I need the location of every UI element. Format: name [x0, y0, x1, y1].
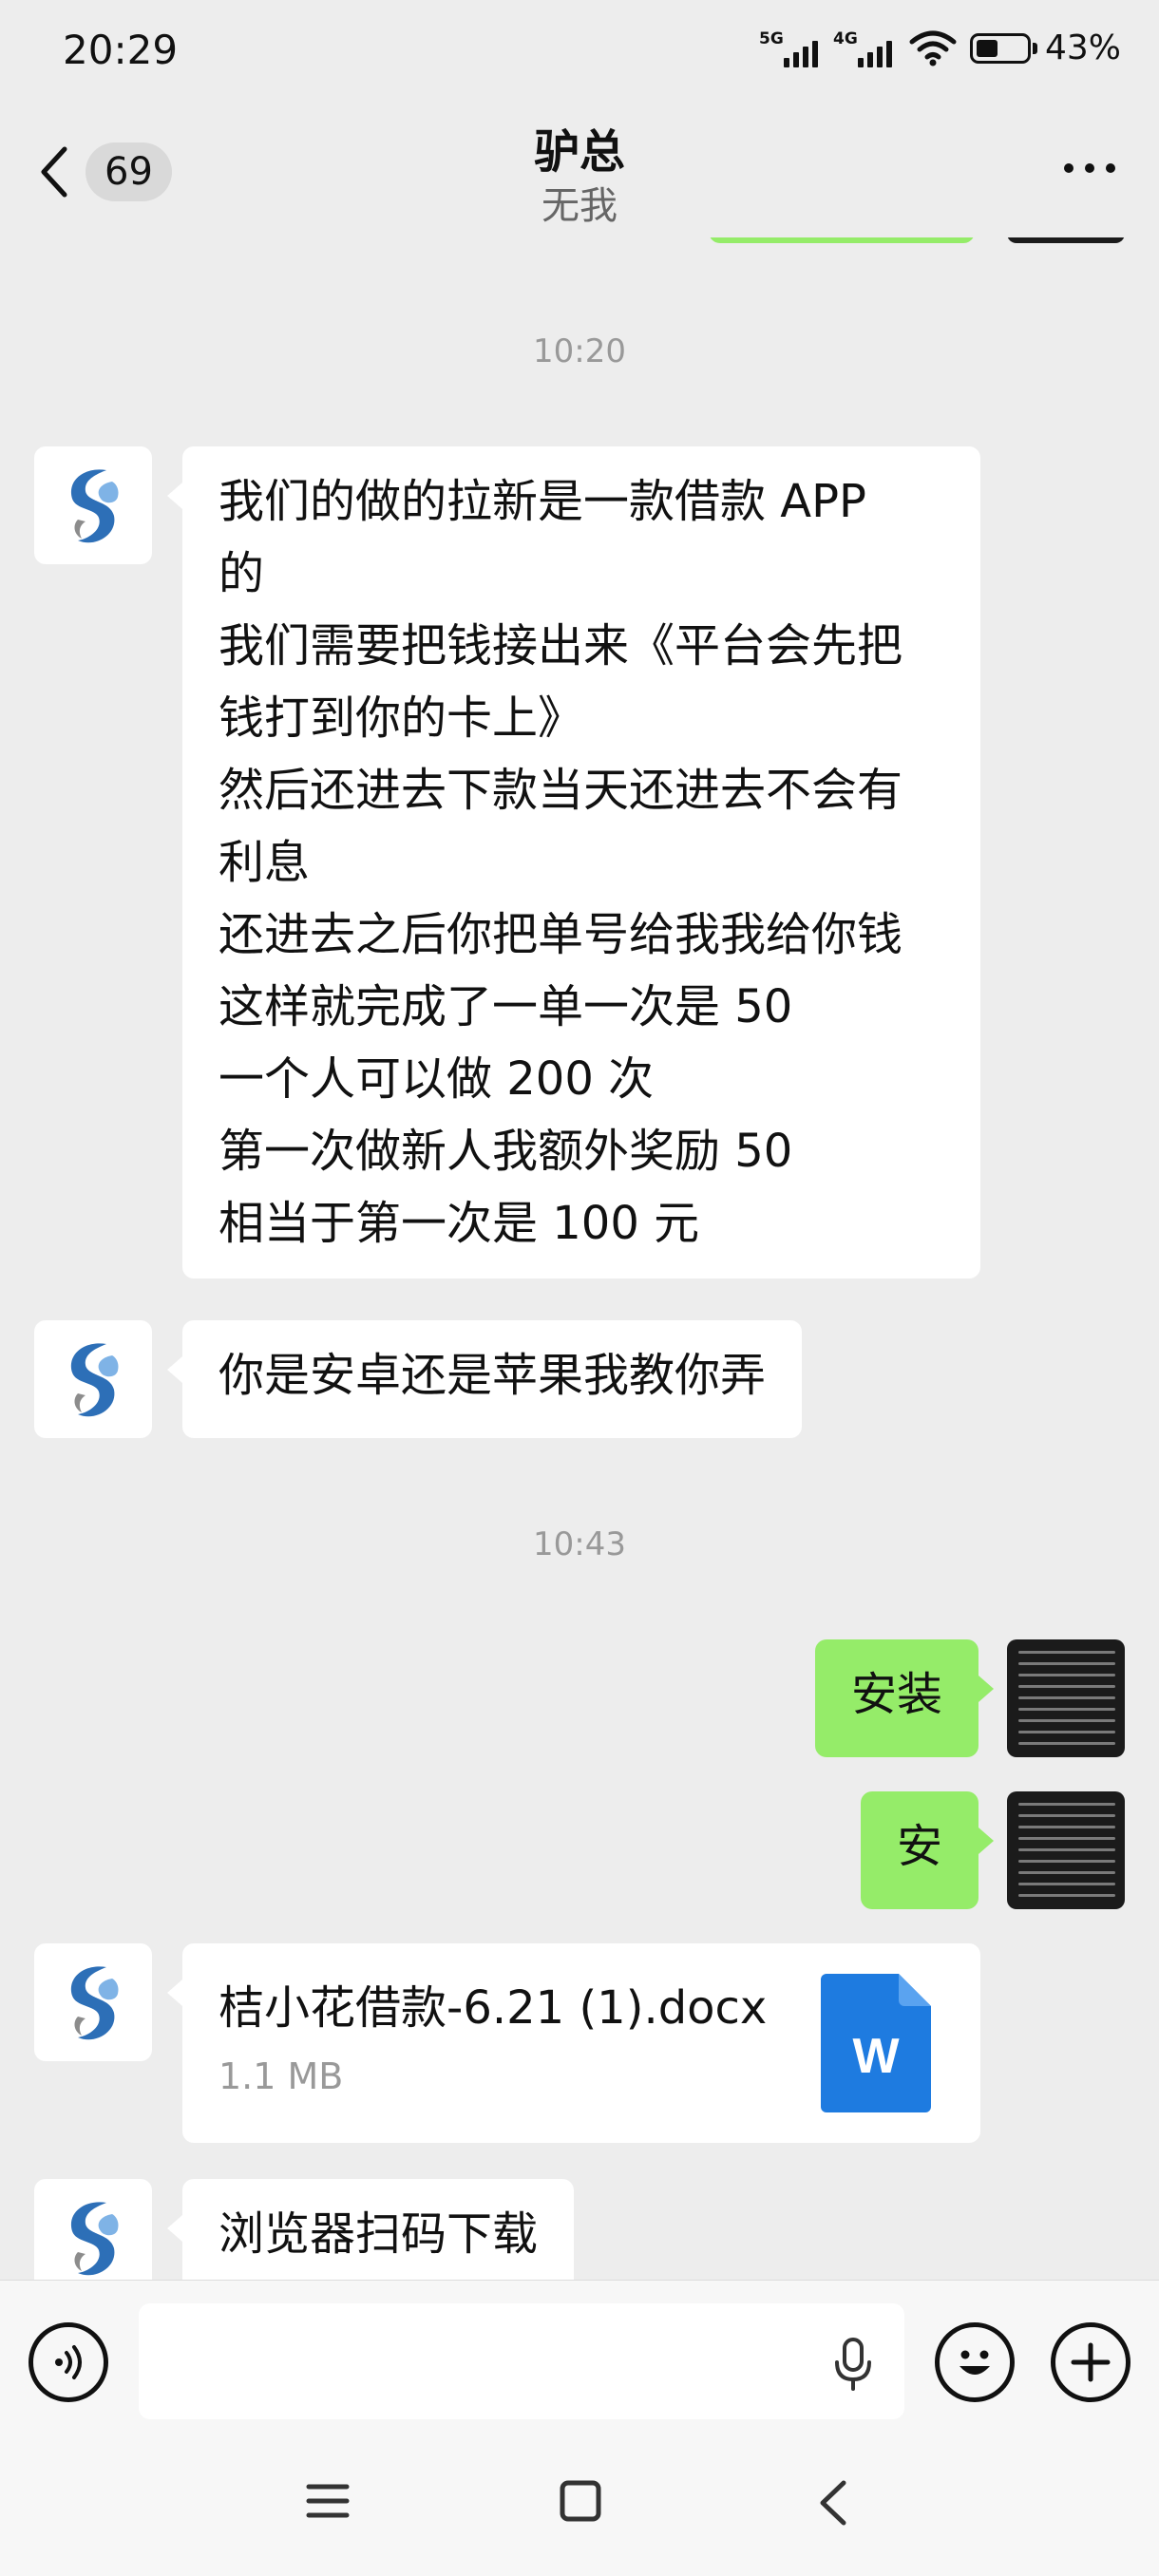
- network-2-label: 4G: [832, 28, 858, 48]
- message-line: 这样就完成了一单一次是 50: [218, 980, 793, 1033]
- my-message-bubble[interactable]: 安装: [814, 1639, 978, 1757]
- message-line: 一个人可以做 200 次: [218, 1052, 655, 1106]
- my-message-bubble[interactable]: 安: [860, 1791, 978, 1909]
- avatar[interactable]: [34, 2179, 152, 2280]
- message-bubble[interactable]: 浏览器扫码下载: [182, 2179, 575, 2280]
- voice-mode-button[interactable]: [28, 2322, 108, 2402]
- my-avatar[interactable]: [1007, 1639, 1125, 1757]
- status-icons: 5G 4G 43%: [758, 28, 1121, 67]
- battery-icon: 43%: [969, 28, 1121, 67]
- avatar[interactable]: [34, 1943, 152, 2061]
- message-bubble[interactable]: 我们的做的拉新是一款借款 APP 的 我们需要把钱接出来《平台会先把 钱打到你的…: [182, 446, 980, 1279]
- message-line: 相当于第一次是 100 元: [218, 1197, 700, 1250]
- word-document-icon: W: [821, 1974, 931, 2112]
- timestamp: 10:43: [533, 1525, 626, 1563]
- bubble-tail: [167, 1979, 182, 2006]
- more-options-button[interactable]: [1064, 163, 1115, 173]
- contact-logo-icon: [70, 2202, 119, 2276]
- message-line: 利息: [218, 836, 311, 889]
- previous-message-bubble: [709, 237, 975, 243]
- message-text: 浏览器扫码下载: [218, 2207, 539, 2261]
- message-line: 钱打到你的卡上》: [218, 691, 584, 745]
- contact-logo-icon: [70, 1966, 119, 2040]
- message-line: 的: [218, 547, 265, 600]
- signal-5g-icon: 5G: [758, 28, 822, 67]
- previous-avatar-me: [1007, 237, 1125, 243]
- avatar[interactable]: [34, 1320, 152, 1438]
- message-line: 第一次做新人我额外奖励 50: [218, 1125, 793, 1178]
- avatar[interactable]: [34, 446, 152, 564]
- chat-screen: 20:29 5G 4G 43% 69 驴总 无我 10:20 我们的做的拉新是一…: [0, 0, 1159, 2576]
- home-icon[interactable]: [559, 2479, 602, 2523]
- status-time: 20:29: [63, 27, 179, 73]
- message-line: 我们的做的拉新是一款借款 APP: [218, 475, 866, 528]
- message-text: 安: [896, 1820, 942, 1873]
- chat-subtitle: 无我: [542, 184, 618, 228]
- chat-header: 69 驴总 无我: [0, 114, 1159, 237]
- bubble-tail: [167, 483, 182, 509]
- message-input[interactable]: [139, 2303, 904, 2419]
- bubble-tail: [167, 2215, 182, 2242]
- status-bar: 20:29 5G 4G 43%: [0, 0, 1159, 114]
- word-icon-letter: W: [852, 2029, 900, 2084]
- message-bubble[interactable]: 你是安卓还是苹果我教你弄: [182, 1320, 803, 1438]
- chat-title: 驴总: [533, 125, 625, 179]
- battery-percent: 43%: [1044, 28, 1121, 67]
- menu-icon[interactable]: [306, 2479, 350, 2523]
- back-nav-icon[interactable]: [815, 2479, 853, 2527]
- bubble-tail: [167, 1356, 182, 1383]
- more-dot-icon: [1106, 163, 1115, 173]
- wifi-icon: [909, 30, 957, 66]
- file-name: 桔小花借款-6.21 (1).docx: [218, 1981, 768, 2035]
- message-list[interactable]: 10:20 我们的做的拉新是一款借款 APP 的 我们需要把钱接出来《平台会先把…: [0, 237, 1159, 2280]
- system-navigation-bar: [0, 2441, 1159, 2576]
- add-attachment-button[interactable]: [1051, 2322, 1130, 2402]
- file-message-card[interactable]: 桔小花借款-6.21 (1).docx 1.1 MB W: [182, 1943, 980, 2143]
- smiley-icon: [960, 2350, 990, 2375]
- network-1-label: 5G: [758, 28, 784, 48]
- bubble-tail: [978, 1676, 994, 1702]
- plus-icon: [1071, 2342, 1111, 2382]
- message-line: 我们需要把钱接出来《平台会先把: [218, 619, 903, 672]
- bubble-tail: [978, 1828, 994, 1854]
- message-line: 然后还进去下款当天还进去不会有: [218, 764, 903, 817]
- contact-logo-icon: [70, 469, 119, 543]
- microphone-icon[interactable]: [832, 2338, 874, 2391]
- emoji-button[interactable]: [935, 2322, 1015, 2402]
- file-size: 1.1 MB: [218, 2055, 344, 2097]
- timestamp: 10:20: [533, 332, 626, 370]
- more-dot-icon: [1064, 163, 1074, 173]
- voice-wave-icon: [55, 2345, 82, 2379]
- message-line: 还进去之后你把单号给我我给你钱: [218, 908, 903, 961]
- input-bar: [0, 2280, 1159, 2441]
- message-text: 安装: [850, 1668, 942, 1721]
- contact-logo-icon: [70, 1343, 119, 1417]
- my-avatar[interactable]: [1007, 1791, 1125, 1909]
- more-dot-icon: [1085, 163, 1094, 173]
- message-text: 你是安卓还是苹果我教你弄: [218, 1349, 767, 1402]
- signal-4g-icon: 4G: [832, 28, 896, 67]
